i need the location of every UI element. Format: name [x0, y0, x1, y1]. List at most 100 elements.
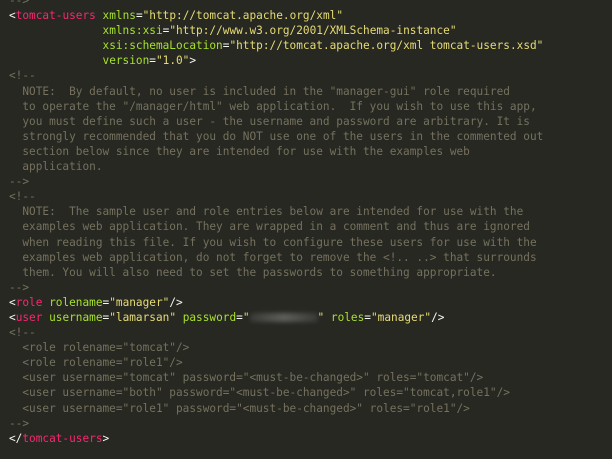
attribute-name-token: password [182, 310, 237, 324]
comment-token: <!-- [9, 69, 36, 83]
code-line[interactable]: <!-- [0, 189, 612, 204]
equals-token: = [364, 310, 371, 324]
string-token: "http://www.w3.org/2001/XMLSchema-instan… [169, 24, 457, 38]
equals-token: = [149, 54, 156, 68]
string-token: "manager" [109, 295, 170, 309]
string-token: "http://tomcat.apache.org/xml tomcat-use… [229, 39, 544, 53]
punctuation-token [176, 311, 183, 324]
code-line[interactable]: when reading this file. If you wish to c… [0, 235, 612, 250]
string-token: "manager" [370, 310, 432, 324]
comment-token: section below since they are intended fo… [22, 144, 470, 158]
tag-name-token: tomcat-users [15, 9, 96, 23]
string-token: "http://tomcat.apache.org/xml" [142, 9, 343, 23]
string-token: " [242, 310, 250, 324]
punctuation-token: < [9, 295, 16, 309]
punctuation-token [96, 9, 103, 22]
code-line[interactable]: <user username="tomcat" password="<must-… [0, 370, 612, 385]
comment-token: you must define such a user - the userna… [22, 114, 530, 128]
code-line[interactable]: <role rolename="tomcat"/> [0, 340, 612, 355]
comment-token: strongly recommended that you do NOT use… [22, 129, 544, 143]
equals-token: = [135, 9, 143, 23]
punctuation-token: </ [9, 431, 23, 445]
code-line[interactable]: xsi:schemaLocation="http://tomcat.apache… [0, 38, 612, 53]
code-line[interactable]: --> [0, 174, 612, 189]
punctuation-token: > [102, 431, 110, 445]
comment-token: --> [9, 280, 30, 294]
code-line[interactable]: xmlns:xsi="http://www.w3.org/2001/XMLSch… [0, 23, 612, 38]
comment-token: examples web application, do not forget … [22, 250, 537, 264]
code-line[interactable]: <!-- [0, 325, 612, 340]
code-line[interactable]: NOTE: The sample user and role entries b… [0, 204, 612, 219]
attribute-name-token: xsi:schemaLocation [102, 39, 223, 53]
code-line[interactable]: <user username="lamarsan" password=" " ro… [0, 310, 612, 325]
code-line[interactable]: to operate the "/manager/html" web appli… [0, 99, 612, 114]
comment-token: when reading this file. If you wish to c… [22, 235, 537, 249]
comment-token: application. [22, 160, 103, 174]
comment-token: --> [9, 0, 30, 7]
comment-token: to operate the "/manager/html" web appli… [22, 99, 537, 113]
code-line[interactable]: examples web application, do not forget … [0, 250, 612, 265]
code-line[interactable]: application. [0, 159, 612, 174]
string-token: "1.0" [155, 54, 190, 68]
tag-name-token: role [15, 295, 43, 309]
comment-token: <role rolename="role1"/> [22, 356, 183, 370]
punctuation-token: > [189, 54, 197, 68]
tag-name-token: tomcat-users [22, 431, 103, 445]
code-line[interactable]: you must define such a user - the userna… [0, 114, 612, 129]
comment-token: <user username="tomcat" password="<must-… [22, 371, 484, 385]
comment-token: <user username="role1" password="<must-b… [22, 401, 470, 415]
tag-name-token: user [15, 310, 43, 324]
code-line[interactable]: --> [0, 0, 612, 8]
comment-token: <!-- [9, 326, 36, 340]
punctuation-token [324, 311, 331, 324]
attribute-name-token: xmlns [102, 9, 136, 23]
code-line[interactable]: section below since they are intended fo… [0, 144, 612, 159]
comment-token: NOTE: The sample user and role entries b… [22, 205, 524, 219]
code-line[interactable]: <role rolename="role1"/> [0, 355, 612, 370]
comment-token: <role rolename="tomcat"/> [22, 341, 190, 355]
redacted-password [249, 313, 318, 323]
comment-token: <!-- [9, 190, 36, 204]
code-line[interactable]: <role rolename="manager"/> [0, 295, 612, 310]
code-line[interactable]: </tomcat-users> [0, 431, 612, 446]
equals-token: = [236, 310, 243, 324]
attribute-name-token: username [49, 310, 103, 324]
punctuation-token: /> [169, 295, 183, 309]
code-line[interactable]: --> [0, 416, 612, 431]
string-token: "lamarsan" [109, 310, 177, 324]
code-line[interactable]: --> [0, 280, 612, 295]
code-line[interactable]: <tomcat-users xmlns="http://tomcat.apach… [0, 8, 612, 23]
attribute-name-token: version [102, 54, 150, 68]
code-line[interactable]: <!-- [0, 68, 612, 83]
code-line[interactable] [0, 446, 612, 459]
code-line[interactable]: strongly recommended that you do NOT use… [0, 129, 612, 144]
code-line[interactable]: version="1.0"> [0, 53, 612, 68]
code-editor[interactable]: --> <tomcat-users xmlns="http://tomcat.ap… [0, 0, 612, 459]
punctuation-token: < [9, 310, 16, 324]
comment-token: --> [9, 175, 30, 189]
comment-token: them. You will also need to set the pass… [22, 265, 497, 279]
punctuation-token: < [9, 9, 16, 23]
attribute-name-token: roles [330, 310, 365, 324]
code-line[interactable]: them. You will also need to set the pass… [0, 265, 612, 280]
attribute-name-token: rolename [49, 295, 103, 309]
code-line[interactable]: examples web application. They are wrapp… [0, 219, 612, 234]
code-line[interactable]: NOTE: By default, no user is included in… [0, 84, 612, 99]
code-line[interactable]: <user username="role1" password="<must-b… [0, 401, 612, 416]
code-line[interactable]: <user username="both" password="<must-be… [0, 385, 612, 400]
comment-token: <user username="both" password="<must-be… [22, 386, 510, 400]
